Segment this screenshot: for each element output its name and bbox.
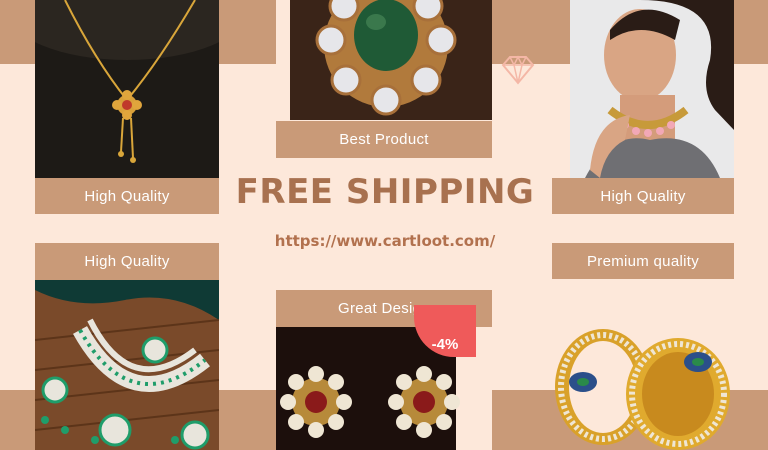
- label-premium-quality: Premium quality: [552, 243, 734, 279]
- label-high-quality-top-left: High Quality: [35, 178, 219, 214]
- necklace-photo: [35, 0, 219, 178]
- label-high-quality-bottom-left: High Quality: [35, 243, 219, 280]
- label-high-quality-top-right: High Quality: [552, 178, 734, 214]
- model-choker-photo: [570, 0, 734, 178]
- gold-bangles-photo: [548, 312, 738, 450]
- label-best-product: Best Product: [276, 121, 492, 158]
- kundan-set-photo: [35, 280, 219, 450]
- headline: FREE SHIPPING: [235, 172, 535, 212]
- diamond-icon: [500, 55, 536, 85]
- website-link[interactable]: https://www.cartloot.com/: [240, 232, 530, 250]
- emerald-ring-photo: [276, 0, 492, 120]
